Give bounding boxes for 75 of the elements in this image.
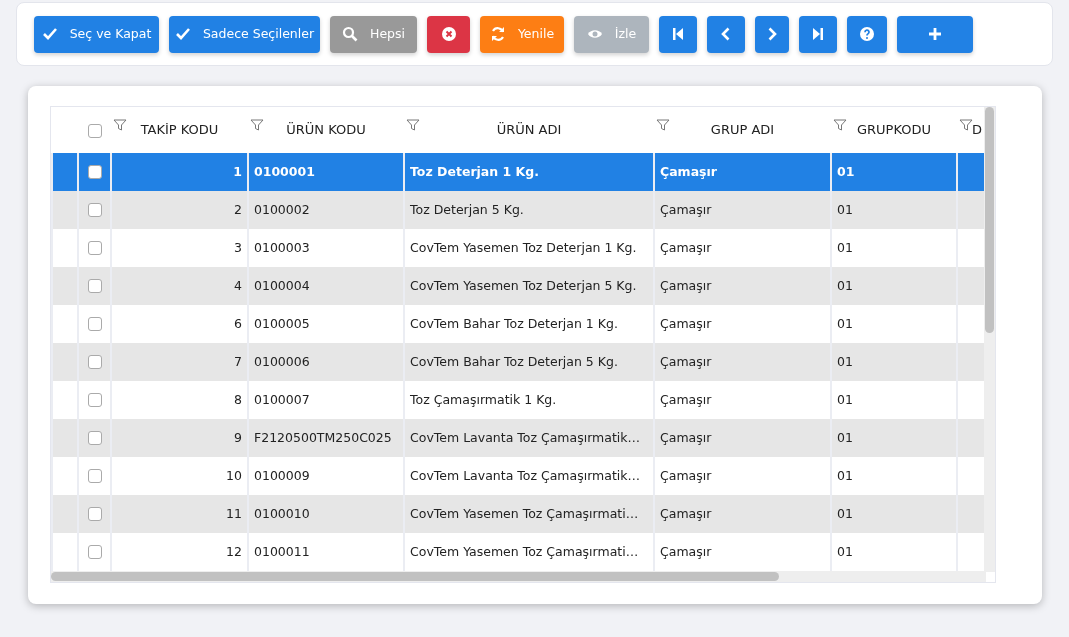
filter-icon[interactable]: [113, 119, 127, 131]
table-cell: 1: [111, 153, 248, 191]
table-cell: 01: [831, 153, 957, 191]
table-cell: 11: [111, 495, 248, 533]
table-cell: 0100002: [248, 191, 404, 229]
row-checkbox[interactable]: [87, 469, 102, 484]
table-cell: CovTem Lavanta Toz Çamaşırmatik…: [404, 419, 654, 457]
search-icon: [342, 26, 358, 42]
select-and-close-button[interactable]: Seç ve Kapat: [34, 15, 159, 53]
row-checkbox[interactable]: [87, 355, 102, 370]
filter-icon[interactable]: [833, 119, 847, 131]
filter-icon[interactable]: [406, 119, 420, 131]
column-header[interactable]: ÜRÜN KODU: [286, 122, 366, 138]
row-checkbox[interactable]: [87, 507, 102, 522]
table-cell: Çamaşır: [654, 495, 831, 533]
horizontal-scrollbar[interactable]: [51, 571, 986, 582]
last-page-icon: [810, 26, 826, 42]
last-page-button[interactable]: [799, 15, 837, 53]
table-cell: F2120500TM250C025: [248, 419, 404, 457]
plus-icon: [927, 26, 943, 42]
row-checkbox[interactable]: [87, 431, 102, 446]
clear-button[interactable]: [427, 15, 470, 53]
vertical-scrollbar[interactable]: [984, 107, 995, 572]
row-indicator[interactable]: [52, 153, 78, 191]
filter-icon[interactable]: [656, 119, 670, 131]
table-cell: Çamaşır: [654, 153, 831, 191]
selected-only-button[interactable]: Sadece Seçilenler: [169, 15, 320, 53]
row-checkbox[interactable]: [87, 393, 102, 408]
close-icon: [440, 26, 457, 42]
previous-page-button[interactable]: [707, 15, 745, 53]
first-page-button[interactable]: [659, 15, 697, 53]
column-header[interactable]: GRUPKODU: [856, 122, 931, 138]
table-cell: CovTem Yasemen Toz Çamaşırmati…: [404, 495, 654, 533]
column-header[interactable]: TAKİP KODU: [140, 122, 219, 138]
check-icon: [41, 26, 58, 42]
column-header[interactable]: GRUP ADI: [710, 122, 775, 138]
table-cell: 01: [831, 495, 957, 533]
table-cell: 01: [831, 267, 957, 305]
table-cell: 4: [111, 267, 248, 305]
table-cell: Çamaşır: [654, 267, 831, 305]
table-cell: 01: [831, 419, 957, 457]
help-button[interactable]: [847, 15, 887, 53]
row-checkbox[interactable]: [87, 317, 102, 332]
row-checkbox[interactable]: [87, 165, 102, 180]
row-checkbox[interactable]: [87, 545, 102, 560]
table-cell: Toz Deterjan 1 Kg.: [404, 153, 654, 191]
table-cell: Çamaşır: [654, 191, 831, 229]
next-page-button[interactable]: [755, 15, 789, 53]
column-header[interactable]: D: [958, 122, 982, 138]
add-button[interactable]: [897, 15, 973, 53]
table-cell: 01: [831, 343, 957, 381]
table-cell: 0100001: [248, 153, 404, 191]
filter-icon[interactable]: [959, 119, 973, 131]
table-cell: Çamaşır: [654, 419, 831, 457]
table-cell: 0100010: [248, 495, 404, 533]
table-cell: 0100004: [248, 267, 404, 305]
table-cell: 0100006: [248, 343, 404, 381]
filter-icon[interactable]: [250, 119, 264, 131]
row-checkbox[interactable]: [87, 203, 102, 218]
row-checkbox[interactable]: [87, 241, 102, 256]
table-cell: 2: [111, 191, 248, 229]
table-cell: 9: [111, 419, 248, 457]
table-cell: Çamaşır: [654, 343, 831, 381]
select-all-checkbox[interactable]: [87, 123, 102, 138]
first-page-icon: [670, 26, 686, 42]
table-cell: 01: [831, 191, 957, 229]
row-checkbox[interactable]: [87, 279, 102, 294]
table-cell: CovTem Yasemen Toz Deterjan 5 Kg.: [404, 267, 654, 305]
help-icon: [859, 26, 875, 42]
table-cell: 7: [111, 343, 248, 381]
table-cell: Toz Deterjan 5 Kg.: [404, 191, 654, 229]
refresh-icon: [489, 26, 506, 42]
table-cell: CovTem Bahar Toz Deterjan 5 Kg.: [404, 343, 654, 381]
check-icon: [174, 26, 191, 42]
column-header[interactable]: ÜRÜN ADI: [496, 122, 562, 138]
